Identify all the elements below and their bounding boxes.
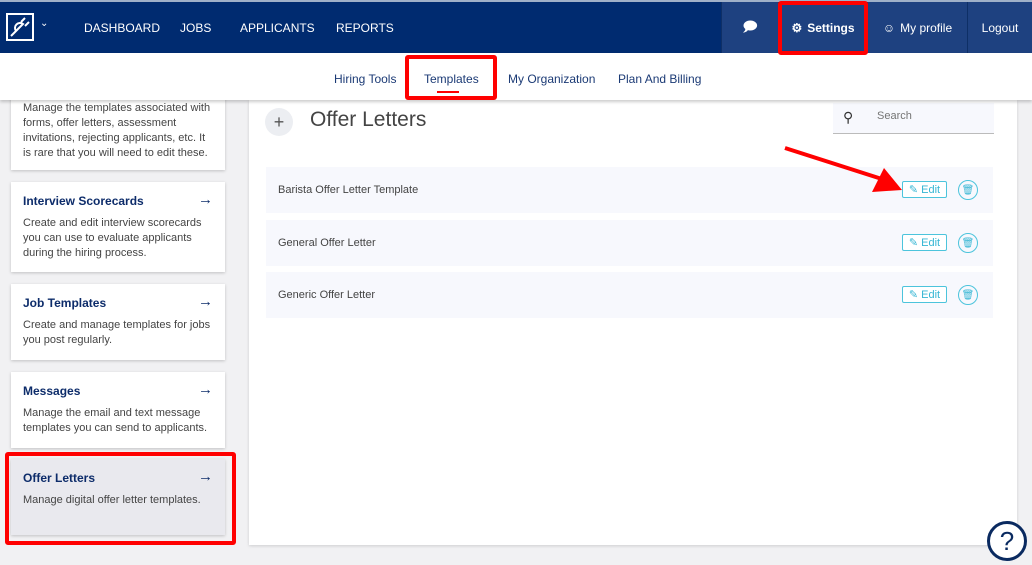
delete-button[interactable]: 🗑 (958, 233, 978, 253)
logo-icon[interactable] (6, 13, 34, 41)
nav-jobs[interactable]: JOBS (180, 21, 211, 35)
card-desc: Manage the email and text message templa… (23, 407, 208, 434)
trash-icon: 🗑 (961, 289, 975, 301)
sidebar-card-interview-scorecards[interactable]: Interview Scorecards → Create and edit int… (11, 182, 225, 272)
delete-button[interactable]: 🗑 (958, 285, 978, 305)
pencil-icon: ✎ (908, 289, 919, 301)
chat-button[interactable]: 🗩 (721, 2, 778, 53)
chevron-down-icon[interactable]: ⌄ (40, 18, 48, 29)
chat-icon: 🗩 (742, 17, 758, 34)
card-title: Job Templates (23, 296, 107, 310)
row-name: General Offer Letter (278, 237, 376, 249)
pencil-icon: ✎ (908, 184, 919, 196)
trash-icon: 🗑 (961, 184, 975, 196)
edit-button[interactable]: ✎ Edit (902, 234, 947, 251)
nav-reports[interactable]: REPORTS (336, 21, 394, 35)
profile-label: My profile (900, 20, 953, 35)
arrow-right-icon: → (198, 381, 213, 398)
highlight-offer-letters (5, 452, 236, 545)
card-title: Interview Scorecards (23, 194, 144, 208)
sidebar-card-templates[interactable]: Manage the templates associated with for… (11, 90, 225, 170)
highlight-settings (778, 1, 868, 55)
card-desc: Create and manage templates for jobs you… (23, 319, 211, 346)
search-input[interactable] (877, 110, 987, 122)
plus-icon: + (273, 111, 285, 132)
edit-button[interactable]: ✎ Edit (902, 286, 947, 303)
logout-button[interactable]: Logout (967, 2, 1032, 53)
help-button[interactable]: ? (987, 521, 1027, 561)
search-icon: ⚲ (843, 109, 854, 125)
row-name: Barista Offer Letter Template (278, 184, 419, 196)
tab-plan-billing[interactable]: Plan And Billing (618, 72, 701, 86)
add-button[interactable]: + (265, 108, 293, 136)
delete-button[interactable]: 🗑 (958, 180, 978, 200)
trash-icon: 🗑 (961, 237, 975, 249)
card-desc: Manage the templates associated with for… (23, 102, 211, 159)
my-profile-button[interactable]: ☺ My profile (867, 2, 967, 53)
pencil-icon: ✎ (908, 237, 919, 249)
table-row: General Offer Letter ✎ Edit 🗑 (266, 220, 993, 266)
row-name: Generic Offer Letter (278, 289, 376, 301)
sidebar-card-messages[interactable]: Messages → Manage the email and text messa… (11, 372, 225, 448)
nav-dashboard[interactable]: DASHBOARD (84, 21, 160, 35)
nav-applicants[interactable]: APPLICANTS (240, 21, 315, 35)
arrow-right-icon: → (198, 191, 213, 208)
user-icon: ☺ (882, 20, 896, 35)
tab-hiring-tools[interactable]: Hiring Tools (334, 72, 396, 86)
sub-nav: Hiring Tools Templates My Organization P… (0, 53, 1032, 100)
highlight-templates (405, 55, 497, 100)
table-row: Generic Offer Letter ✎ Edit 🗑 (266, 272, 993, 318)
top-nav: ⌄ DASHBOARD JOBS APPLICANTS REPORTS 🗩 ⚙ S… (0, 0, 1032, 53)
arrow-right-icon: → (198, 293, 213, 310)
tab-my-organization[interactable]: My Organization (508, 72, 595, 86)
search-box[interactable]: ⚲ (833, 103, 994, 134)
card-title: Messages (23, 384, 81, 398)
page-title: Offer Letters (310, 108, 427, 131)
annotation-arrow-icon (784, 146, 902, 192)
card-desc: Create and edit interview scorecards you… (23, 217, 202, 259)
sidebar-card-job-templates[interactable]: Job Templates → Create and manage template… (11, 284, 225, 360)
